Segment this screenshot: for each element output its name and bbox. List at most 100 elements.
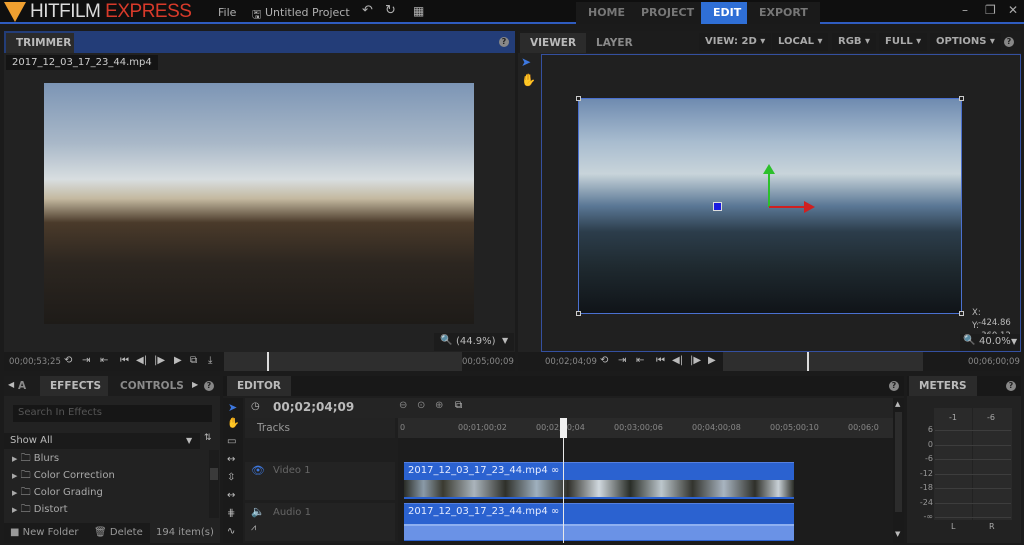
speaker-icon[interactable]: 🔈 xyxy=(251,505,265,518)
slide-tool-icon[interactable]: ⋕ xyxy=(227,508,235,519)
trimmer-playhead[interactable] xyxy=(267,352,269,371)
tab-export[interactable]: EXPORT xyxy=(747,2,820,24)
quality-dropdown[interactable]: FULL ▾ xyxy=(879,33,928,51)
project-name[interactable]: Untitled Project xyxy=(265,6,350,19)
viewer-playhead[interactable] xyxy=(807,352,809,371)
trimmer-scrubber[interactable] xyxy=(224,352,462,371)
out-point-icon[interactable]: ⇥ xyxy=(82,355,90,366)
restore-button[interactable]: ❐ xyxy=(985,3,996,17)
help-icon[interactable]: ? xyxy=(204,381,214,391)
file-menu[interactable]: File xyxy=(218,6,236,19)
transform-handle[interactable] xyxy=(959,96,964,101)
help-icon[interactable]: ? xyxy=(1006,381,1016,391)
transform-handle[interactable] xyxy=(576,311,581,316)
rgb-dropdown[interactable]: RGB ▾ xyxy=(832,33,877,51)
scrollbar-thumb[interactable] xyxy=(895,412,902,512)
video-clip[interactable]: 2017_12_03_17_23_44.mp4 ∞ xyxy=(404,462,794,499)
ripple-tool-icon[interactable]: ↔ xyxy=(227,454,235,465)
in-point-icon[interactable]: ⇤ xyxy=(636,355,644,366)
delete-button[interactable]: 🗑 Delete xyxy=(94,527,143,538)
go-to-start-icon[interactable]: ⏮ xyxy=(656,355,665,366)
tab-trimmer[interactable]: TRIMMER xyxy=(6,33,74,53)
x-axis-gizmo[interactable] xyxy=(769,206,805,208)
roll-tool-icon[interactable]: ⇳ xyxy=(227,472,235,483)
transform-handle[interactable] xyxy=(959,311,964,316)
redo-icon[interactable]: ↻ xyxy=(385,3,396,18)
effects-scrollbar[interactable] xyxy=(209,450,219,518)
help-icon[interactable]: ? xyxy=(499,37,509,47)
tab-viewer[interactable]: VIEWER xyxy=(520,33,587,53)
audio-keyframe-icon[interactable]: ⩘ xyxy=(251,523,256,533)
prev-edit-icon[interactable]: ⊖ xyxy=(399,400,407,411)
scroll-down-icon[interactable]: ▼ xyxy=(895,530,900,538)
insert-icon[interactable]: ⧉ xyxy=(190,355,197,366)
viewer-scrubber[interactable] xyxy=(723,352,923,371)
tab-project[interactable]: PROJECT xyxy=(629,2,707,24)
local-dropdown[interactable]: LOCAL ▾ xyxy=(772,33,829,51)
tab-scroll-right-icon[interactable]: ▶ xyxy=(192,380,198,389)
anchor-point-handle[interactable] xyxy=(713,202,722,211)
go-to-start-icon[interactable]: ⏮ xyxy=(120,355,129,366)
in-point-icon[interactable]: ⇤ xyxy=(100,355,108,366)
timeline-ruler[interactable]: 0 00;01;00;02 00;02;00;04 00;03;00;06 00… xyxy=(398,418,893,438)
effects-search-input[interactable]: Search In Effects xyxy=(13,405,212,422)
new-track-icon[interactable]: ⧉ xyxy=(455,400,462,411)
select-tool-icon[interactable]: ➤ xyxy=(521,55,531,69)
viewer-canvas[interactable]: X: -424.86 Y: -360.12 🔍 40.0% ▼ xyxy=(541,54,1021,352)
viewer-zoom-dropdown[interactable]: 🔍 40.0% ▼ xyxy=(960,334,1020,351)
tab-controls[interactable]: CONTROLS xyxy=(110,376,194,396)
effects-folder[interactable]: ▶ 🗀 Distort xyxy=(4,501,208,518)
new-folder-button[interactable]: ■ New Folder xyxy=(10,527,79,538)
playhead-handle[interactable] xyxy=(560,418,567,438)
grid-icon[interactable]: ▦ xyxy=(413,4,424,18)
rate-stretch-tool-icon[interactable]: ∿ xyxy=(227,526,235,537)
transform-handle[interactable] xyxy=(576,96,581,101)
help-icon[interactable]: ? xyxy=(889,381,899,391)
hand-tool-icon[interactable]: ✋ xyxy=(227,418,239,429)
app-logo: HITFILM EXPRESS xyxy=(30,1,192,22)
channel-right-label: R xyxy=(989,522,995,531)
step-forward-icon[interactable]: |▶ xyxy=(690,355,701,366)
selection-tool-icon[interactable]: ➤ xyxy=(228,401,237,414)
scroll-up-icon[interactable]: ▲ xyxy=(895,400,900,408)
pan-tool-icon[interactable]: ✋ xyxy=(521,73,536,87)
play-icon[interactable]: ▶ xyxy=(708,355,716,366)
effects-filter-dropdown[interactable]: Show All ▼ xyxy=(4,433,200,449)
scrollbar-thumb[interactable] xyxy=(210,468,218,480)
slice-tool-icon[interactable]: ▭ xyxy=(227,436,236,447)
audio-clip[interactable]: 2017_12_03_17_23_44.mp4 ∞ xyxy=(404,503,794,541)
effects-folder[interactable]: ▶ 🗀 Color Grading xyxy=(4,484,208,501)
effects-folder[interactable]: ▶ 🗀 Blurs xyxy=(4,450,208,467)
save-icon[interactable]: 🖫 xyxy=(252,6,261,25)
center-icon[interactable]: ⊙ xyxy=(417,400,425,411)
tab-layer[interactable]: LAYER xyxy=(586,33,643,53)
sort-az-icon[interactable]: ⇅ xyxy=(204,433,212,443)
tab-a[interactable]: A xyxy=(14,376,30,396)
slip-tool-icon[interactable]: ↔ xyxy=(227,490,235,501)
play-icon[interactable]: ▶ xyxy=(174,355,182,366)
tab-home[interactable]: HOME xyxy=(576,2,638,24)
effects-folder[interactable]: ▶ 🗀 Color Correction xyxy=(4,467,208,484)
loop-icon[interactable]: ⟲ xyxy=(64,355,72,366)
trimmer-zoom-dropdown[interactable]: 🔍 (44.9%) ▼ xyxy=(434,333,514,351)
tab-edit[interactable]: EDIT xyxy=(701,2,754,24)
overlay-icon[interactable]: ⤓ xyxy=(208,355,212,366)
next-edit-icon[interactable]: ⊕ xyxy=(435,400,443,411)
tab-editor[interactable]: EDITOR xyxy=(227,376,291,396)
out-point-icon[interactable]: ⇥ xyxy=(618,355,626,366)
step-back-icon[interactable]: ◀| xyxy=(672,355,683,366)
timeline-scrollbar[interactable]: ▲ ▼ xyxy=(893,398,904,543)
view-mode-dropdown[interactable]: VIEW: 2D ▾ xyxy=(699,33,772,51)
loop-icon[interactable]: ⟲ xyxy=(600,355,608,366)
editor-timecode[interactable]: 00;02;04;09 xyxy=(273,400,354,414)
help-icon[interactable]: ? xyxy=(1004,37,1014,47)
eye-icon[interactable]: 👁 xyxy=(251,464,265,477)
tab-meters[interactable]: METERS xyxy=(909,376,977,396)
step-back-icon[interactable]: ◀| xyxy=(136,355,147,366)
undo-icon[interactable]: ↶ xyxy=(362,3,373,18)
close-button[interactable]: ✕ xyxy=(1008,3,1018,17)
options-dropdown[interactable]: OPTIONS ▾ xyxy=(930,33,1001,51)
minimize-button[interactable]: – xyxy=(962,3,968,17)
step-forward-icon[interactable]: |▶ xyxy=(154,355,165,366)
tab-effects[interactable]: EFFECTS xyxy=(40,376,108,396)
